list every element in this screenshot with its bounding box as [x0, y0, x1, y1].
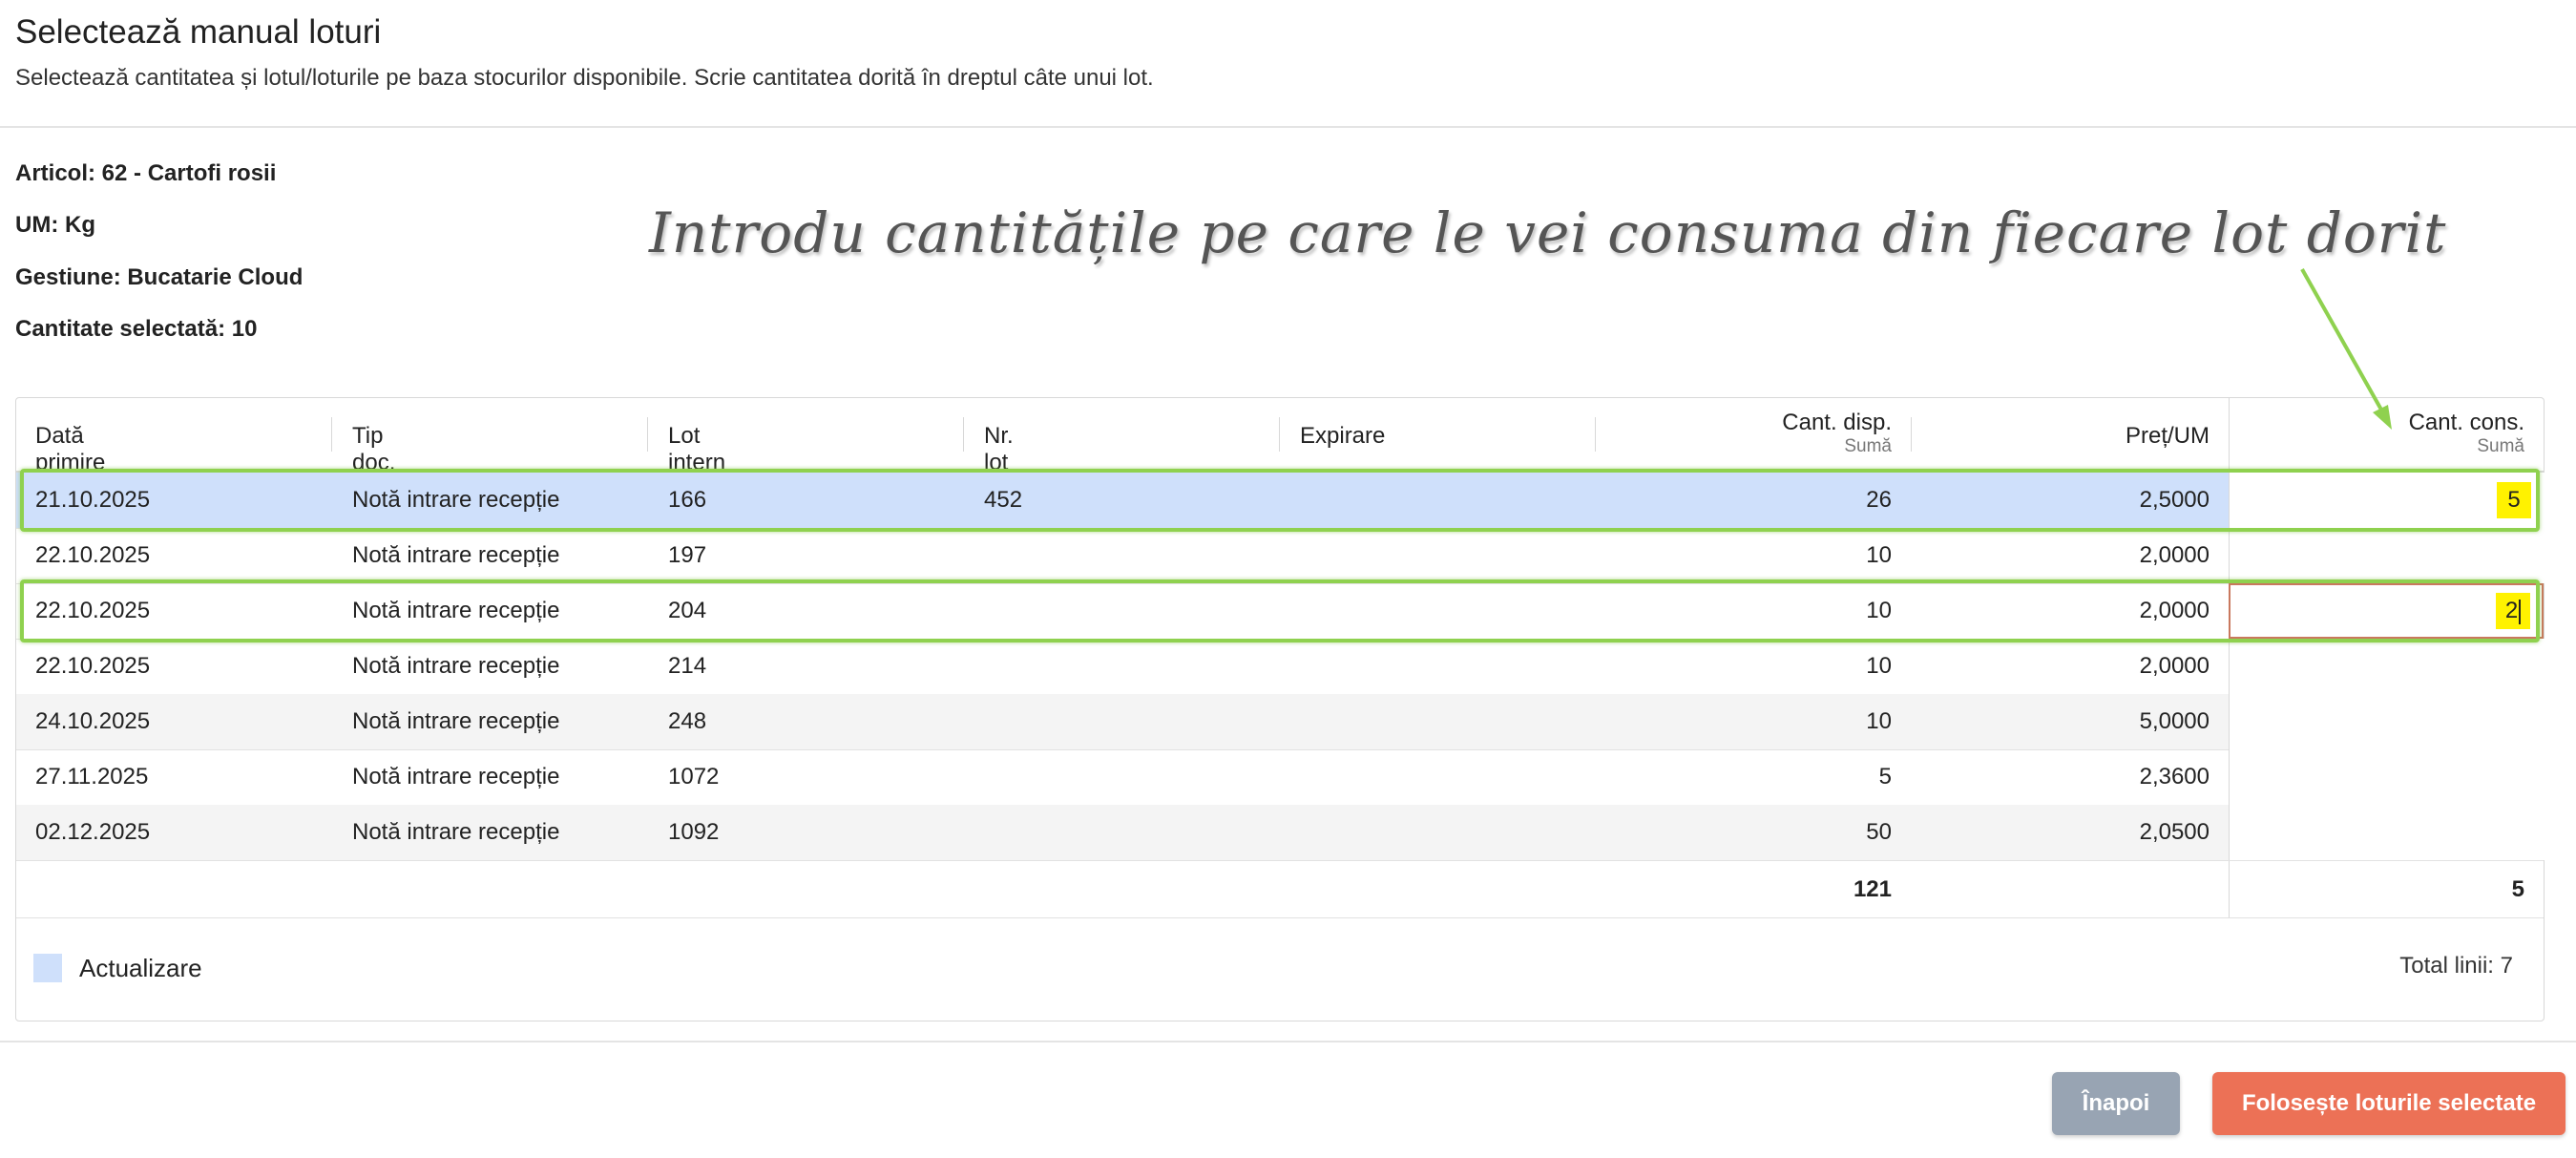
dialog-title: Selectează manual loturi [15, 13, 382, 51]
back-button[interactable]: Înapoi [2052, 1072, 2180, 1135]
divider [0, 126, 2576, 128]
info-articol: Articol: 62 - Cartofi rosii [15, 160, 277, 186]
table-row[interactable]: 21.10.2025 Notă intrare recepție 166 452… [16, 473, 2545, 529]
table-row[interactable]: 24.10.2025 Notă intrare recepție 248 10 … [16, 694, 2545, 750]
table-row[interactable]: 02.12.2025 Notă intrare recepție 1092 50… [16, 805, 2545, 861]
annotation-text: Introdu cantitățile pe care le vei consu… [649, 200, 2447, 265]
total-lines: Total linii: 7 [2399, 953, 2513, 979]
legend-label: Actualizare [79, 954, 202, 982]
use-selected-lots-button[interactable]: Folosește loturile selectate [2212, 1072, 2566, 1135]
table-row[interactable]: 22.10.2025 Notă intrare recepție 214 10 … [16, 639, 2545, 695]
info-gestiune: Gestiune: Bucatarie Cloud [15, 264, 304, 290]
total-cant-cons: 5 [2511, 876, 2524, 902]
divider [0, 1041, 2576, 1042]
col-header-pret-um[interactable]: Preț/UM [1911, 398, 2229, 471]
legend-swatch [33, 954, 62, 982]
totals-row: 121 5 [16, 862, 2544, 918]
cant-cons-input[interactable] [2229, 805, 2545, 860]
table-row[interactable]: 22.10.2025 Notă intrare recepție 197 10 … [16, 528, 2545, 584]
total-cant-disp: 121 [1853, 876, 1892, 902]
cant-cons-input-active[interactable]: 2 [2229, 583, 2544, 639]
dialog-subtitle: Selectează cantitatea și lotul/loturile … [15, 65, 1154, 91]
info-um: UM: Kg [15, 212, 95, 238]
table-row[interactable]: 27.11.2025 Notă intrare recepție 1072 5 … [16, 749, 2545, 806]
col-header-cant-disp[interactable]: Cant. disp. Sumă [1595, 398, 1911, 471]
lots-table: Dată primire Tip doc. Lot intern Nr. lot… [15, 397, 2545, 1021]
cant-cons-input[interactable] [2229, 639, 2545, 694]
info-cantitate: Cantitate selectată: 10 [15, 316, 258, 342]
cant-cons-input[interactable]: 5 [2229, 473, 2545, 528]
text-caret [2519, 599, 2522, 624]
table-row[interactable]: 22.10.2025 Notă intrare recepție 204 10 … [16, 583, 2544, 640]
cant-cons-input[interactable] [2229, 528, 2545, 583]
col-header-cant-cons[interactable]: Cant. cons. Sumă [2229, 398, 2544, 471]
cant-cons-input[interactable] [2229, 694, 2545, 749]
cant-cons-input[interactable] [2229, 749, 2545, 805]
table-header: Dată primire Tip doc. Lot intern Nr. lot… [16, 398, 2544, 475]
